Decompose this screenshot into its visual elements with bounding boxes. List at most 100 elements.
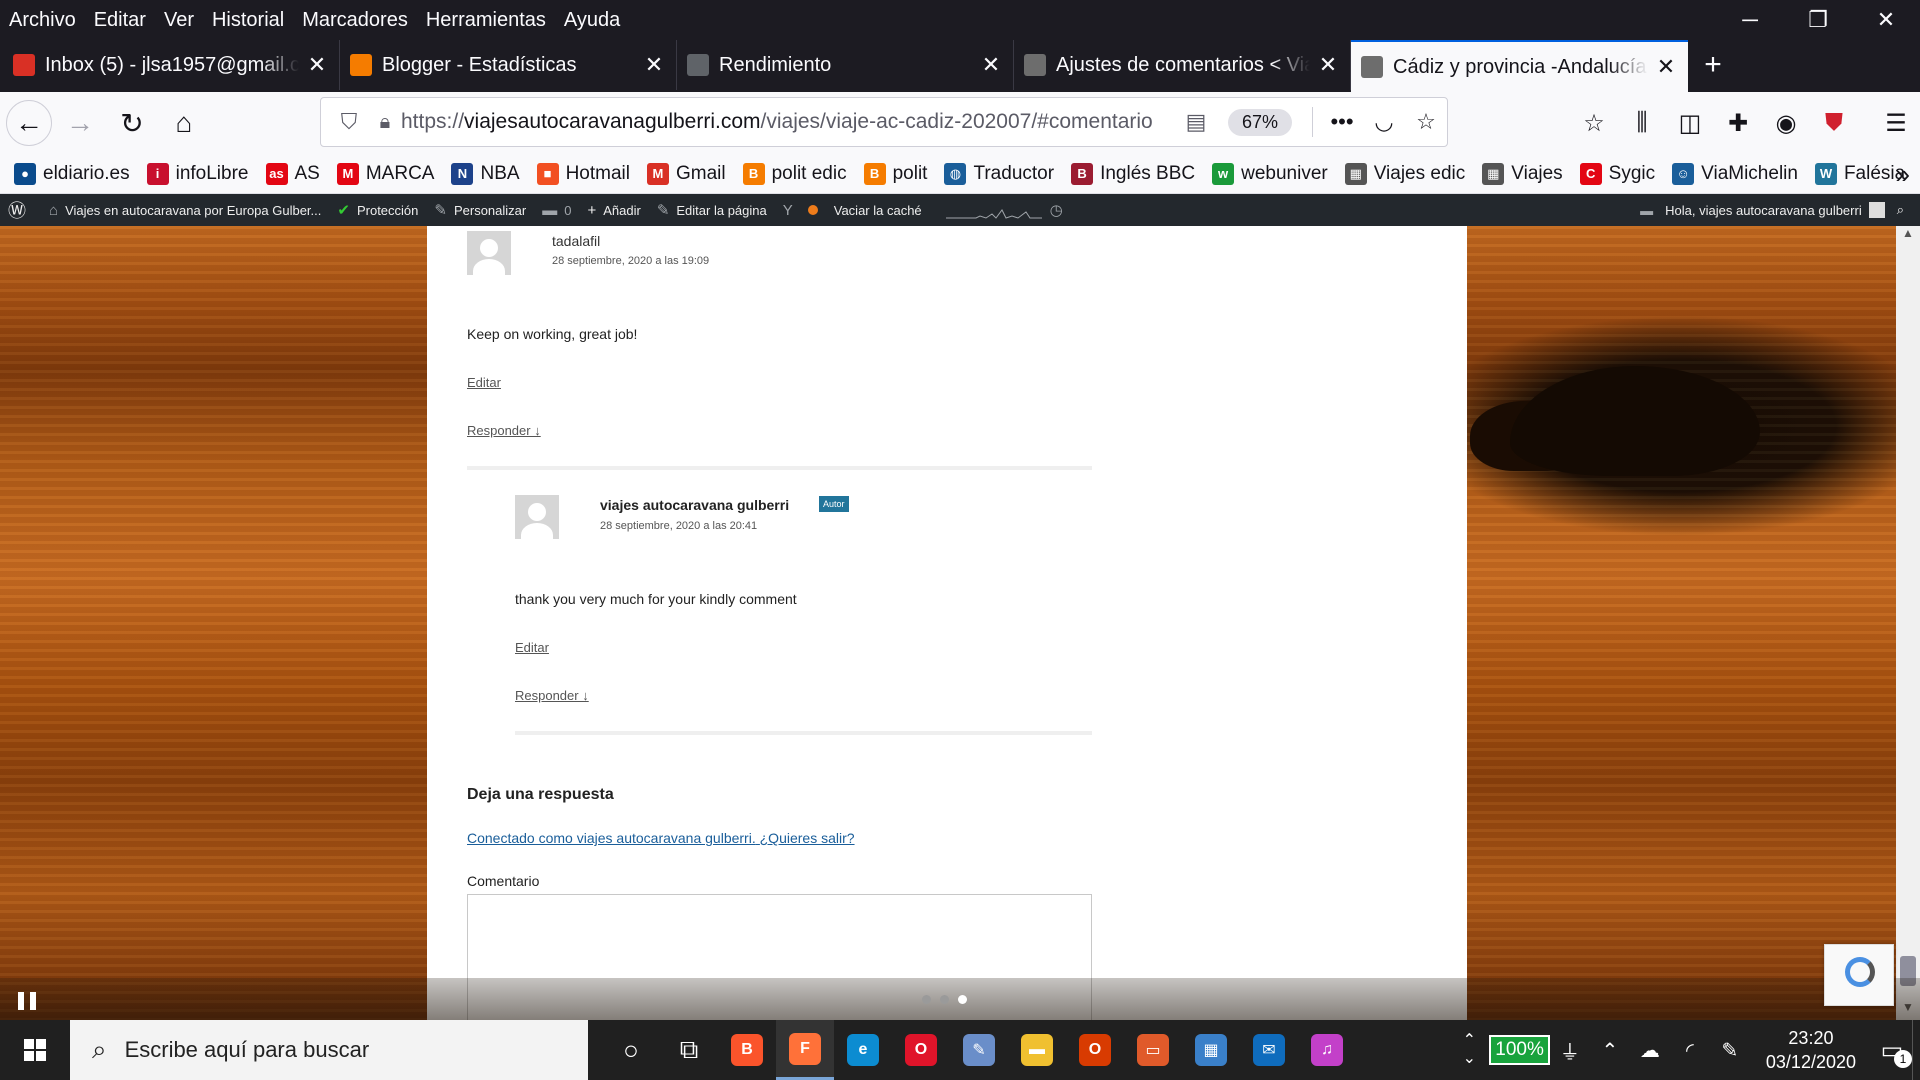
browser-tab[interactable]: Ajustes de comentarios < Viajes en autoc… [1014,40,1351,90]
tab-close-icon[interactable]: ✕ [642,52,666,78]
wp-clear-cache[interactable]: Vaciar la caché [826,194,930,226]
bookmark-item[interactable]: N NBA [451,162,520,185]
forward-button[interactable]: → [56,99,104,147]
reader-view-icon[interactable]: ▤ [1176,109,1216,135]
reply-link[interactable]: Responder ↓ [515,688,589,703]
show-hidden-icons[interactable]: ⌃ [1590,1038,1630,1063]
wifi-icon[interactable]: ◜ [1670,1038,1710,1063]
edge-icon[interactable]: e [834,1020,892,1080]
bookmark-item[interactable]: Bpolit [863,162,927,185]
brave-icon[interactable]: B [718,1020,776,1080]
pocket-icon[interactable]: ◡ [1363,109,1405,135]
photos-icon[interactable]: ▦ [1182,1020,1240,1080]
stats-sparkline[interactable]: ◷ [930,194,1078,226]
comment-date[interactable]: 28 septiembre, 2020 a las 19:09 [552,255,709,267]
comment-date[interactable]: 28 septiembre, 2020 a las 20:41 [600,520,757,532]
minimize-icon[interactable]: ─ [1716,0,1784,40]
itunes-icon[interactable]: ♫ [1298,1020,1356,1080]
taskbar-search[interactable]: ⌕ Escribe aquí para buscar [70,1020,588,1080]
menu-icon[interactable]: ☰ [1872,99,1920,147]
logout-link[interactable]: ¿Quieres salir? [760,830,855,846]
bookmark-item[interactable]: M Gmail [646,162,726,185]
menu-item-ayuda[interactable]: Ayuda [555,9,629,32]
sidebar-icon[interactable]: ◫ [1666,99,1714,147]
home-button[interactable]: ⌂ [160,99,208,147]
close-icon[interactable]: ✕ [1852,0,1920,40]
bookmarks-toolbar-icon[interactable]: ☆ [1570,99,1618,147]
bookmark-item[interactable]: Bpolit edic [742,162,847,185]
extension-shield-icon[interactable]: ⛊ [1810,99,1858,147]
wp-edit-page[interactable]: ✎ Editar la página [649,194,775,226]
onedrive-icon[interactable]: ☁ [1630,1038,1670,1063]
tab-close-icon[interactable]: ✕ [1316,52,1340,78]
clock[interactable]: 23:20 03/12/2020 [1766,1026,1856,1074]
battery-indicator[interactable]: 100% [1489,1035,1550,1065]
wp-comments[interactable]: ▬ 0 [534,194,579,226]
wp-add-new[interactable]: + Añadir [579,194,648,226]
back-button[interactable]: ← [6,100,52,146]
recaptcha-badge[interactable] [1824,944,1894,1006]
account-icon[interactable]: ◉ [1762,99,1810,147]
comment-author[interactable]: tadalafil [552,233,600,249]
wp-site-name[interactable]: ⌂ Viajes en autocaravana por Europa Gulbe… [41,194,329,226]
bookmark-item[interactable]: ● eldiario.es [14,162,130,185]
tab-close-icon[interactable]: ✕ [979,52,1003,78]
logged-in-link[interactable]: Conectado como viajes autocaravana gulbe… [467,830,855,846]
start-button[interactable] [0,1020,70,1080]
bookmarks-overflow-icon[interactable]: » [1896,154,1910,194]
pen-icon[interactable]: ✎ [1710,1038,1750,1063]
bookmark-item[interactable]: as AS [265,162,320,185]
logged-in-text[interactable]: Conectado como viajes autocaravana gulbe… [467,830,756,846]
tab-close-icon[interactable]: ✕ [305,52,329,78]
page-scrollbar[interactable]: ▲ ▼ [1896,226,1920,1020]
wp-account[interactable]: ▬ Hola, viajes autocaravana gulberri ⌕ [1640,194,1920,226]
opera-icon[interactable]: O [892,1020,950,1080]
bookmark-item[interactable]: ▦ Viajes [1482,162,1563,185]
url-bar[interactable]: ⛉ 🔒︎ https://viajesautocaravanagulberri.… [320,97,1448,147]
edit-link[interactable]: Editar [515,640,549,655]
wp-protection[interactable]: ✔ Protección [329,194,426,226]
page-actions-icon[interactable]: ••• [1321,109,1363,135]
file-explorer-icon[interactable]: ▬ [1008,1020,1066,1080]
url-text[interactable]: https://viajesautocaravanagulberri.com/v… [401,110,1176,134]
bookmark-item[interactable]: ▦ Viajes edic [1344,162,1465,185]
notification-center-icon[interactable]: ▭ 1 [1872,1030,1912,1070]
browser-tab[interactable]: Rendimiento ✕ [677,40,1014,90]
firefox-icon[interactable]: F [776,1020,834,1080]
library-icon[interactable]: ⫼ [1618,99,1666,147]
tray-overflow-icon[interactable]: ⌃ ⌄ [1449,1032,1489,1068]
bookmark-item[interactable]: w webuniver [1212,162,1328,185]
menu-item-herramientas[interactable]: Herramientas [417,9,555,32]
browser-tab[interactable]: Blogger - Estadísticas ✕ [340,40,677,90]
restore-icon[interactable]: ❐ [1784,0,1852,40]
mail-icon[interactable]: ✉ [1240,1020,1298,1080]
bookmark-item[interactable]: B Inglés BBC [1071,162,1195,185]
bookmark-item[interactable]: ◍ Traductor [944,162,1054,185]
edit-link[interactable]: Editar [467,375,501,390]
menu-item-editar[interactable]: Editar [85,9,155,32]
scroll-up-icon[interactable]: ▲ [1896,226,1920,246]
menu-item-ver[interactable]: Ver [155,9,203,32]
reload-button[interactable]: ↻ [108,99,156,147]
cortana-icon[interactable]: ○ [602,1020,660,1080]
tracking-protection-icon[interactable]: ⛉ [329,109,369,135]
bookmark-item[interactable]: C Sygic [1579,162,1655,185]
browser-tab[interactable]: Cádiz y provincia -Andalucía, España ✕ [1351,40,1688,92]
bookmark-item[interactable]: ☺ ViaMichelin [1672,162,1798,185]
reply-link[interactable]: Responder ↓ [467,423,541,438]
lock-icon[interactable]: 🔒︎ [369,111,401,134]
browser-tab[interactable]: Inbox (5) - jlsa1957@gmail.com ✕ [3,40,340,90]
task-view-icon[interactable]: ⧉ [660,1020,718,1080]
show-desktop-button[interactable] [1912,1020,1920,1080]
bookmark-item[interactable]: i infoLibre [146,162,249,185]
wp-customize[interactable]: ✎ Personalizar [426,194,534,226]
bookmark-item[interactable]: W Falésia [1814,162,1905,185]
pause-icon[interactable] [18,992,36,1010]
zoom-indicator[interactable]: 67% [1227,108,1292,136]
search-icon[interactable]: ⌕ [1897,202,1904,218]
extensions-icon[interactable]: ✚ [1714,99,1762,147]
office-icon[interactable]: O [1066,1020,1124,1080]
power-plug-icon[interactable]: ⏚ [1550,1036,1590,1065]
wordpress-logo-icon[interactable]: Ⓦ [0,194,41,226]
tab-close-icon[interactable]: ✕ [1654,54,1678,80]
